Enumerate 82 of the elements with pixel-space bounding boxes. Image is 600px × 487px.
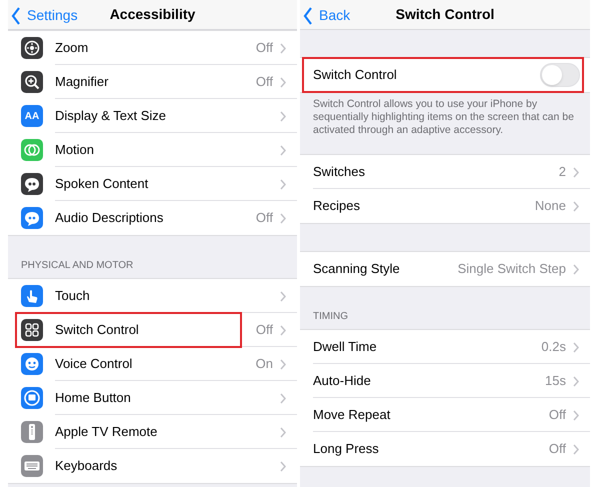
row-label: Long Press <box>313 440 380 458</box>
list-row[interactable]: Switch Control Off <box>8 313 297 347</box>
list-row[interactable]: Magnifier Off <box>8 65 297 99</box>
row-label: Motion <box>55 141 96 160</box>
row-label: Switches <box>313 163 366 182</box>
list-row[interactable]: Move Repeat Off <box>300 398 590 432</box>
chevron-icon <box>279 76 287 88</box>
row-value: 15s <box>545 372 566 390</box>
chevron-icon <box>572 410 580 420</box>
row-label: Switch Control <box>313 66 398 84</box>
chevron-icon <box>279 426 287 438</box>
row-value: Single Switch Step <box>458 260 566 278</box>
list-row[interactable]: Auto-Hide 15s <box>300 364 590 398</box>
row-value: Off <box>256 321 273 340</box>
row-label: Zoom <box>55 39 90 58</box>
row-value: Off <box>256 209 273 228</box>
row-label: Dwell Time <box>313 338 378 356</box>
chevron-icon <box>279 460 287 472</box>
list-row[interactable]: Recipes None <box>300 189 590 223</box>
row-value: On <box>256 355 273 374</box>
list-row[interactable]: Motion <box>8 133 297 167</box>
row-label: Recipes <box>313 197 361 216</box>
chevron-icon <box>572 166 580 178</box>
row-label: Home Button <box>55 389 132 408</box>
row-label: Apple TV Remote <box>55 423 158 442</box>
row-label: Audio Descriptions <box>55 209 164 228</box>
row-label: Display & Text Size <box>55 107 168 126</box>
list-row[interactable]: Zoom Off <box>8 31 297 65</box>
list-row[interactable]: Voice Control On <box>8 347 297 381</box>
toggle-row[interactable]: Switch Control <box>300 58 590 92</box>
list-row[interactable]: Apple TV Remote <box>8 415 297 449</box>
chevron-icon <box>572 342 580 352</box>
row-label: Switch Control <box>55 321 140 340</box>
list-row[interactable]: Keyboards <box>8 449 297 483</box>
list-row[interactable]: AA Display & Text Size <box>8 99 297 133</box>
row-value: 0.2s <box>541 338 566 356</box>
section-header: PHYSICAL AND MOTOR <box>21 259 134 273</box>
chevron-icon <box>279 290 287 302</box>
chevron-icon <box>279 358 287 370</box>
back-chevron-icon <box>303 6 313 24</box>
row-label: Magnifier <box>55 73 110 92</box>
row-label: Move Repeat <box>313 406 392 424</box>
chevron-icon <box>279 42 287 54</box>
section-footer: Switch Control allows you to use your iPhone by sequentially highlighting items on the screen that can be activated through an adaptive accessory. <box>313 98 577 137</box>
row-label: Scanning Style <box>313 260 401 278</box>
chevron-icon <box>572 264 580 274</box>
list-row[interactable]: Audio Descriptions Off <box>8 201 297 235</box>
row-label: Touch <box>55 287 91 306</box>
row-value: None <box>534 197 566 216</box>
row-value: Off <box>548 440 566 458</box>
list-row[interactable]: Spoken Content <box>8 167 297 201</box>
chevron-icon <box>572 200 580 212</box>
screen-title: Accessibility <box>110 5 196 24</box>
section-header: TIMING <box>313 310 348 324</box>
row-label: Auto-Hide <box>313 372 372 390</box>
chevron-icon <box>279 110 287 122</box>
chevron-icon <box>572 376 580 386</box>
screen-title: Switch Control <box>396 5 494 24</box>
row-value: Off <box>548 406 566 424</box>
row-value: Off <box>256 73 273 92</box>
chevron-icon <box>279 212 287 224</box>
chevron-icon <box>279 178 287 190</box>
row-label: Spoken Content <box>55 175 150 194</box>
row-value: Off <box>256 39 273 58</box>
back-button[interactable]: Back <box>303 5 350 26</box>
chevron-icon <box>279 324 287 336</box>
row-icon: AA <box>21 105 43 127</box>
back-button[interactable]: Settings <box>11 5 78 26</box>
list-row[interactable]: Dwell Time 0.2s <box>300 330 590 364</box>
list-row[interactable]: Touch <box>8 279 297 313</box>
list-row[interactable]: Switches 2 <box>300 155 590 189</box>
list-row[interactable]: Home Button <box>8 381 297 415</box>
row-label: Keyboards <box>55 457 118 476</box>
list-row[interactable]: Scanning Style Single Switch Step <box>300 252 590 286</box>
toggle-switch[interactable] <box>540 63 580 87</box>
chevron-icon <box>279 144 287 156</box>
chevron-icon <box>279 392 287 404</box>
row-value: 2 <box>558 163 566 182</box>
row-label: Voice Control <box>55 355 134 374</box>
chevron-icon <box>572 444 580 454</box>
back-chevron-icon <box>11 6 21 24</box>
list-row[interactable]: Long Press Off <box>300 432 590 466</box>
